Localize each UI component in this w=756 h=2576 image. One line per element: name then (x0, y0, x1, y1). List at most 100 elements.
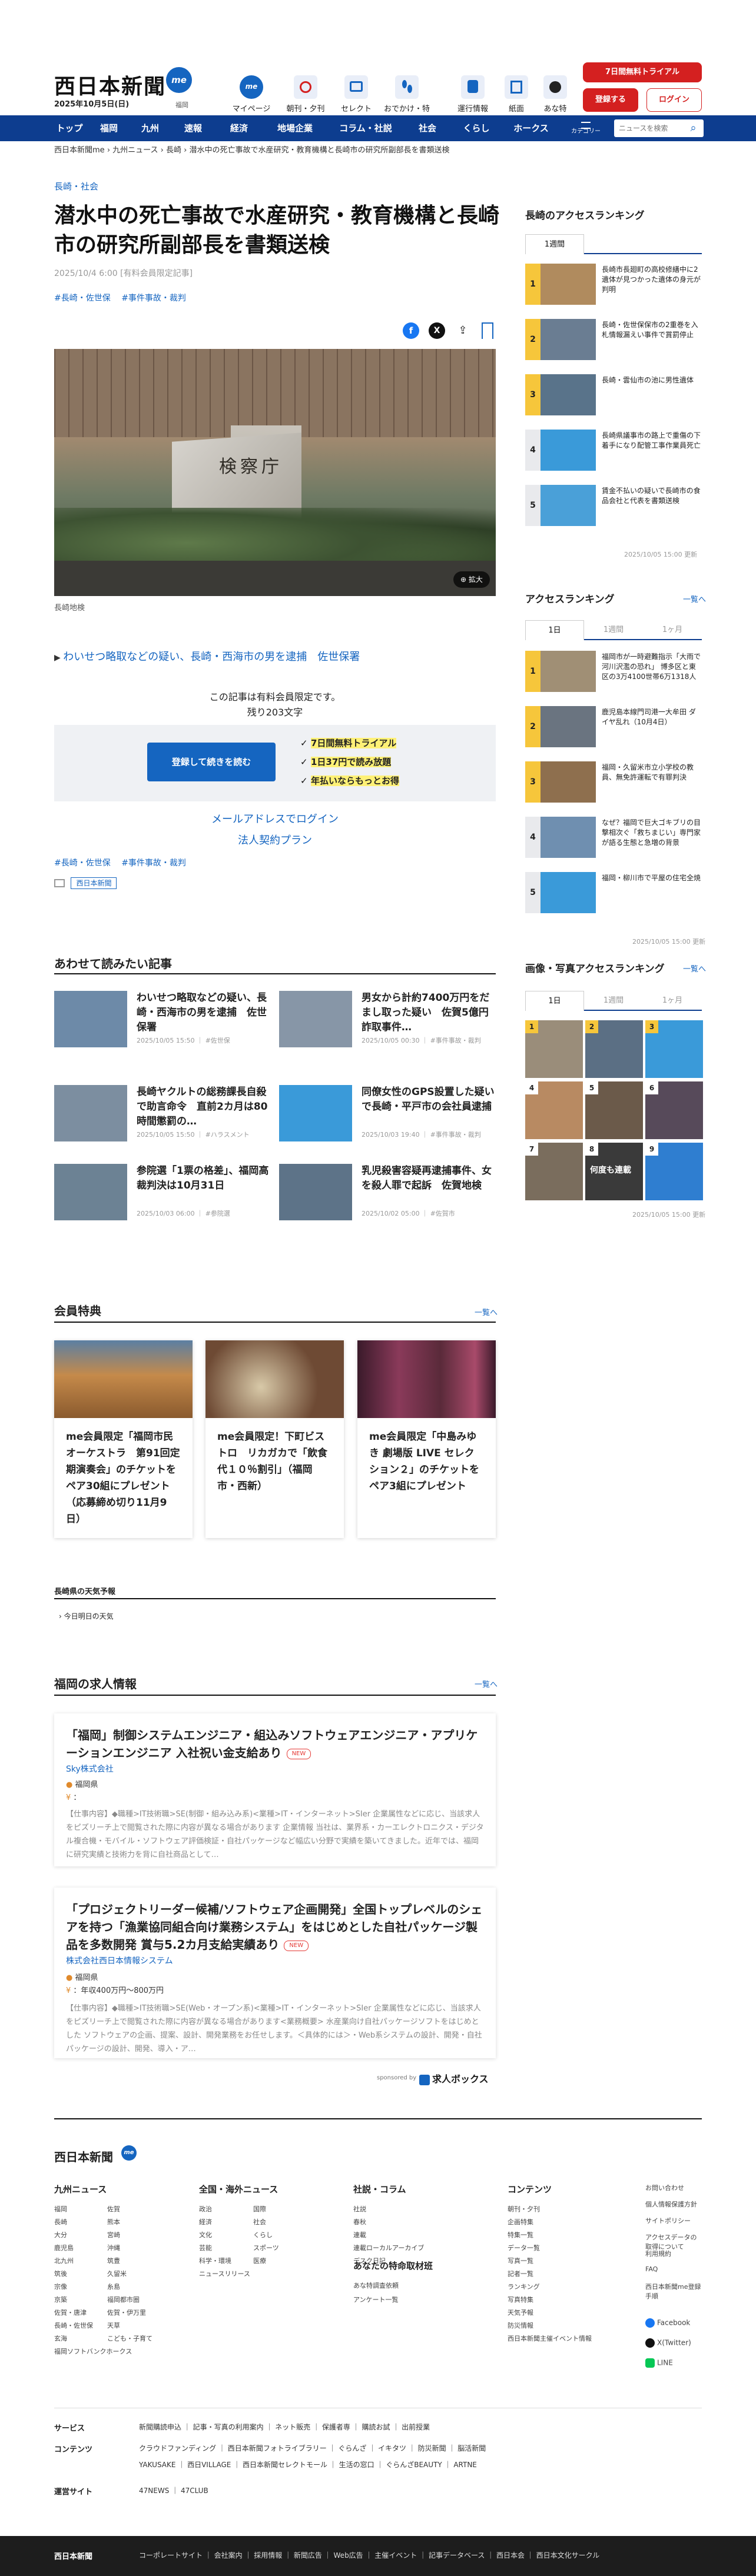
photo-ranking-item[interactable]: 9 (645, 1143, 703, 1200)
ranking-item[interactable]: 4 なぜ？福岡で巨大ゴキブリの目撃相次ぐ「救ちまじい」専門家が語る生態と急増の背景 (525, 817, 702, 864)
x-link[interactable]: X(Twitter) (645, 2338, 691, 2348)
breadcrumb-item[interactable]: 西日本新聞me (54, 146, 105, 155)
tab-1week[interactable]: 1週間 (584, 991, 643, 1011)
footer-link[interactable]: 社説 (353, 2204, 366, 2214)
tab-1month[interactable]: 1ヶ月 (643, 991, 702, 1011)
related-item[interactable]: 同僚女性のGPS設置した疑いで長崎・平戸市の会社員逮捕 2025/10/03 1… (279, 1085, 500, 1150)
footer-link[interactable]: FAQ (645, 2265, 702, 2273)
photo-ranking-more[interactable]: 一覧へ (683, 963, 706, 974)
footer-link[interactable]: 春秋 (353, 2217, 366, 2226)
facebook-link[interactable]: Facebook (645, 2318, 690, 2328)
photo-ranking-item[interactable]: 6 (645, 1081, 703, 1139)
footer-link[interactable]: 佐賀 (107, 2204, 120, 2214)
nav-local-business[interactable]: 地場企業 (263, 115, 327, 141)
zoom-button[interactable]: ⊕ 拡大 (453, 571, 490, 588)
ranking-item[interactable]: 1 福岡市が一時避難指示「大雨で河川沢濫の恐れ」 博多区と東区の3万4100世帯6… (525, 651, 702, 698)
footer-link[interactable]: 北九州 (54, 2256, 74, 2265)
footer-link[interactable]: 国際 (253, 2204, 266, 2214)
ranking-item[interactable]: 3 福岡・久留米市立小学校の教員、無免許運転で有罪判決 (525, 761, 702, 808)
photo-ranking-item[interactable]: 1 (525, 1020, 583, 1078)
footer-link[interactable]: 個人情報保護方針 (645, 2199, 702, 2209)
print-icon[interactable] (54, 879, 65, 887)
jobs-more-link[interactable]: 一覧へ (475, 1678, 498, 1689)
tab-1month[interactable]: 1ヶ月 (643, 620, 702, 640)
footer-link[interactable]: 天草 (107, 2321, 120, 2330)
member-benefit-card[interactable]: me会員限定「中島みゆき 劇場版 LIVE セレクション２」のチケットをペア3組… (357, 1340, 496, 1538)
member-benefit-card[interactable]: me会員限定「福岡市民オーケストラ 第91回定期演奏会」のチケットをペア30組に… (54, 1340, 193, 1538)
footer-link[interactable]: 福岡都市圏 (107, 2295, 140, 2304)
footer-link[interactable]: 連載 (353, 2230, 366, 2239)
site-logo[interactable]: 西日本新聞 (54, 69, 166, 100)
breadcrumb-item[interactable]: 九州ニュース (112, 146, 158, 155)
footer-row-links[interactable]: 47NEWS ｜ 47CLUB (139, 2485, 208, 2495)
register-readmore-button[interactable]: 登録して続きを読む (147, 743, 276, 781)
weather-tab[interactable]: › 今日明日の天気 (59, 1611, 114, 1621)
footer-link[interactable]: くらし (253, 2230, 273, 2239)
footer-link[interactable]: 京築 (54, 2295, 67, 2304)
nav-top[interactable]: トップ (51, 115, 88, 141)
related-item[interactable]: わいせつ略取などの疑い、長崎・西海市の男を逮捕 佐世保署 2025/10/05 … (54, 991, 275, 1056)
footer-link[interactable]: 大分 (54, 2230, 67, 2239)
breadcrumb-item[interactable]: 長崎 (166, 146, 181, 155)
footer-link[interactable]: 佐賀・伊万里 (107, 2308, 146, 2317)
footer-link[interactable]: 糸島 (107, 2282, 120, 2291)
footer-row-links[interactable]: クラウドファンディング ｜ 西日本新聞フォトライブラリー ｜ ぐらんざ ｜ イキ… (139, 2443, 486, 2453)
bottom-logo[interactable]: 西日本新聞 (54, 2550, 92, 2561)
footer-link[interactable]: 長崎 (54, 2217, 67, 2226)
nav-select[interactable]: セレクト (333, 75, 379, 114)
nav-newspaper[interactable]: 朝刊・夕刊 (283, 75, 329, 114)
footer-link[interactable]: お問い合わせ (645, 2183, 702, 2192)
x-share-icon[interactable]: X (429, 322, 445, 339)
member-benefit-card[interactable]: me会員限定！下町ビストロ リカガカで「飲食代１０％割引」（福岡市・西新） (205, 1340, 344, 1538)
related-item[interactable]: 乳児殺害容疑再逮捕事件、女を殺人罪で起訴 佐賀地検 2025/10/02 05:… (279, 1164, 500, 1229)
print-label[interactable]: 西日本新聞 (71, 877, 117, 889)
nav-life[interactable]: くらし (451, 115, 502, 141)
footer-link[interactable]: 写真特集 (508, 2295, 533, 2304)
tag-link[interactable]: #長崎・佐世保 (54, 294, 111, 303)
me-logo-badge[interactable]: me (166, 67, 192, 93)
footer-link[interactable]: 天気予報 (508, 2308, 533, 2317)
footer-link[interactable]: 佐賀・唐津 (54, 2308, 87, 2317)
tag-link[interactable]: #長崎・佐世保 (54, 858, 111, 868)
ranking-item[interactable]: 3 長崎・雲仙市の池に男性遺体 (525, 374, 702, 421)
photo-ranking-item[interactable]: 5 (585, 1081, 643, 1139)
footer-link[interactable]: 筑豊 (107, 2256, 120, 2265)
ranking-item[interactable]: 5 賃金不払いの疑いで長崎市の食品会社と代表を書類送検 (525, 485, 702, 532)
nav-column[interactable]: コラム・社説 (327, 115, 404, 141)
ranking-item[interactable]: 2 鹿児島本線門司港一大牟田 ダイヤ乱れ（10月4日） (525, 706, 702, 753)
footer-link[interactable]: 芸能 (199, 2243, 212, 2252)
footer-link[interactable]: 宮崎 (107, 2230, 120, 2239)
footer-logo[interactable]: 西日本新聞 (54, 2148, 113, 2165)
footer-link[interactable]: データ一覧 (508, 2243, 540, 2252)
footer-link[interactable]: 熊本 (107, 2217, 120, 2226)
tag-link[interactable]: #事件事故・裁判 (121, 858, 186, 868)
nav-mypage[interactable]: me マイページ (228, 75, 274, 114)
photo-ranking-item[interactable]: 4 (525, 1081, 583, 1139)
share-icon[interactable]: ⇪ (455, 322, 471, 339)
nav-transit[interactable]: 運行情報 (450, 75, 496, 114)
footer-link[interactable]: 福岡ソフトバンクホークス (54, 2347, 132, 2356)
article-category[interactable]: 長崎・社会 (54, 180, 98, 192)
article-photo[interactable]: 検察庁 ⊕ 拡大 (54, 349, 496, 596)
tab-1week[interactable]: 1週間 (584, 620, 643, 640)
footer-link[interactable]: 社会 (253, 2217, 266, 2226)
footer-link[interactable]: 西日本新聞主催イベント情報 (508, 2334, 592, 2343)
footer-link[interactable]: 連載ローカルアーカイブ (353, 2243, 424, 2252)
tab-1day[interactable]: 1日 (525, 991, 584, 1011)
footer-link[interactable]: 経済 (199, 2217, 212, 2226)
register-button[interactable]: 登録する (583, 88, 638, 112)
sponsor-logo[interactable]: 求人ボックス (419, 2071, 489, 2085)
footer-link[interactable]: 鹿児島 (54, 2243, 74, 2252)
footer-link[interactable]: 科学・環境 (199, 2256, 231, 2265)
region-label[interactable]: 福岡 (175, 100, 188, 109)
footer-link[interactable]: 筑後 (54, 2269, 67, 2278)
footer-link[interactable]: 文化 (199, 2230, 212, 2239)
related-item[interactable]: 男女から計約7400万円をだまし取った疑い 佐賀5億円詐取事件… 2025/10… (279, 991, 500, 1056)
related-item[interactable]: 参院選「1票の格差」、福岡高裁判決は10月31日 2025/10/03 06:0… (54, 1164, 275, 1229)
trial-button[interactable]: 7日間無料トライアル (583, 62, 702, 82)
email-login-link[interactable]: メールアドレスでログイン (54, 811, 496, 826)
footer-link[interactable]: 写真一覧 (508, 2256, 533, 2265)
related-article-link[interactable]: ▶ わいせつ略取などの疑い、長崎・西海市の男を逮捕 佐世保署 (54, 648, 360, 664)
footer-link[interactable]: 医療 (253, 2256, 266, 2265)
footer-link[interactable]: 福岡 (54, 2204, 67, 2214)
